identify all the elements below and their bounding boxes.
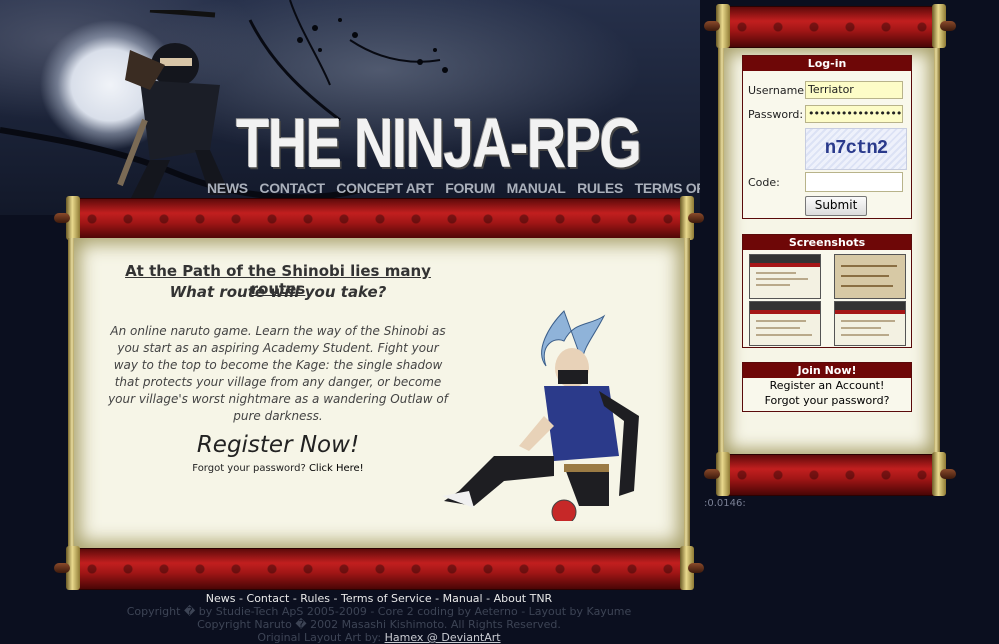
footer: News - Contact - Rules - Terms of Servic… <box>0 592 758 644</box>
nav-concept-art[interactable]: CONCEPT ART <box>336 180 434 196</box>
password-label: Password: <box>748 108 804 121</box>
intro-text: An online naruto game. Learn the way of … <box>108 324 448 423</box>
login-box: Log-in Username: Terriator Password: •••… <box>742 55 912 219</box>
screenshots-box: Screenshots <box>742 234 912 348</box>
footer-navigation: News - Contact - Rules - Terms of Servic… <box>0 592 758 605</box>
side-scroll-knob <box>940 21 956 31</box>
screenshot-thumbnail[interactable] <box>834 254 906 299</box>
footer-link-manual[interactable]: Manual <box>443 592 483 605</box>
footer-link-rules[interactable]: Rules <box>300 592 330 605</box>
join-forgot-password-link[interactable]: Forgot your password? <box>743 393 911 408</box>
code-label: Code: <box>748 176 780 189</box>
nav-rules[interactable]: RULES <box>577 180 623 196</box>
register-now-link[interactable]: Register Now! <box>114 432 442 458</box>
site-logo[interactable]: THE NINJA-RPG <box>236 108 642 178</box>
screenshot-thumbnail[interactable] <box>834 301 906 346</box>
header-banner: THE NINJA-RPG NEWS CONTACT CONCEPT ART F… <box>0 0 700 215</box>
side-scroll-knob <box>940 469 956 479</box>
nav-contact[interactable]: CONTACT <box>259 180 325 196</box>
username-label: Username: <box>748 84 808 97</box>
footer-separator: - <box>239 592 244 605</box>
main-scroll-knob <box>54 213 70 223</box>
password-field[interactable]: •••••••••••••••••• <box>805 105 903 123</box>
footer-credits: Original Layout Art by: Hamex @ DeviantA… <box>0 631 758 644</box>
side-scroll-bottom-roller <box>722 454 936 496</box>
nav-manual[interactable]: MANUAL <box>507 180 566 196</box>
footer-link-terms[interactable]: Terms of Service <box>341 592 432 605</box>
captcha-image: n7ctn2 <box>805 128 907 170</box>
nav-forum[interactable]: FORUM <box>445 180 495 196</box>
side-scroll-knob <box>704 469 720 479</box>
screenshot-thumbnail[interactable] <box>749 254 821 299</box>
nav-news[interactable]: NEWS <box>207 180 248 196</box>
side-scroll-top-roller <box>722 6 936 48</box>
screenshots-title: Screenshots <box>743 235 911 250</box>
subtagline: What route will you take? <box>169 283 387 301</box>
footer-separator: - <box>292 592 297 605</box>
nav-terms-of-service[interactable]: TERMS OF SERVICE <box>635 180 700 196</box>
main-scroll-knob <box>688 563 704 573</box>
footer-separator: - <box>333 592 338 605</box>
main-scroll-knob <box>688 213 704 223</box>
footer-separator: - <box>435 592 440 605</box>
main-scroll-knob <box>54 563 70 573</box>
footer-link-news[interactable]: News <box>206 592 236 605</box>
footer-copyright-1: Copyright � by Studie-Tech ApS 2005-2009… <box>126 605 632 618</box>
footer-deviantart-link[interactable]: Hamex @ DeviantArt <box>385 631 501 644</box>
page-load-timer: :0.0146: <box>704 498 746 509</box>
main-scroll-bottom-roller <box>72 548 686 590</box>
footer-link-about[interactable]: About TNR <box>494 592 553 605</box>
login-title: Log-in <box>743 56 911 71</box>
main-scroll-top-roller <box>72 198 686 240</box>
screenshot-thumbnail[interactable] <box>749 301 821 346</box>
footer-link-contact[interactable]: Contact <box>247 592 290 605</box>
side-scroll-knob <box>704 21 720 31</box>
main-content-paper: At the Path of the Shinobi lies many rou… <box>74 238 684 548</box>
seated-ninja-character-art <box>442 310 639 521</box>
join-box: Join Now! Register an Account! Forgot yo… <box>742 362 912 412</box>
forgot-password-prefix: Forgot your password? <box>192 463 306 474</box>
register-account-link[interactable]: Register an Account! <box>743 378 911 393</box>
login-submit-button[interactable]: Submit <box>805 196 867 216</box>
forgot-password-click-here-link[interactable]: Click Here! <box>309 463 364 474</box>
captcha-code-field[interactable] <box>805 172 903 192</box>
footer-separator: - <box>486 592 491 605</box>
footer-copyright-2: Copyright Naruto � 2002 Masashi Kishimot… <box>197 618 561 631</box>
top-navigation: NEWS CONTACT CONCEPT ART FORUM MANUAL RU… <box>207 180 700 196</box>
join-title: Join Now! <box>743 363 911 378</box>
forgot-password-line: Forgot your password? Click Here! <box>114 463 442 474</box>
footer-credits-prefix: Original Layout Art by: <box>257 631 382 644</box>
username-field[interactable]: Terriator <box>805 81 903 99</box>
